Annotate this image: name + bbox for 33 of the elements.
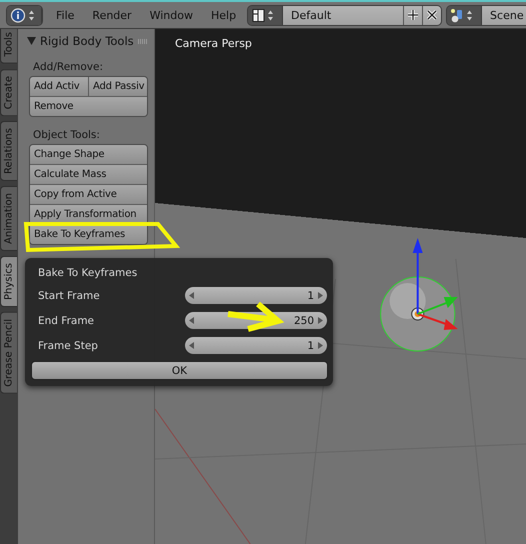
info-menu-button[interactable] xyxy=(7,6,42,24)
tool-button[interactable]: Change Shape xyxy=(30,145,147,164)
number-field[interactable]: 1 xyxy=(185,337,327,354)
number-field[interactable]: 1 xyxy=(185,287,327,304)
dialog-title: Bake To Keyframes xyxy=(37,266,138,281)
panel-title: Rigid Body Tools xyxy=(40,34,134,48)
drag-grip-icon[interactable] xyxy=(138,38,148,44)
viewport-label: Camera Persp xyxy=(175,37,252,50)
field-label: End Frame xyxy=(38,314,94,326)
increment-arrow-icon xyxy=(318,342,323,349)
menu-item[interactable]: Render xyxy=(83,8,141,22)
sidebar-tab[interactable]: Physics xyxy=(0,256,17,307)
decrement-arrow-icon xyxy=(189,317,194,324)
tool-button[interactable]: Remove xyxy=(30,97,147,116)
menu-item[interactable]: Window xyxy=(140,8,202,22)
field-label: Start Frame xyxy=(38,290,100,302)
menu-item[interactable]: Help xyxy=(202,8,246,22)
ok-button[interactable]: OK xyxy=(31,361,328,380)
arrow-drawing xyxy=(225,301,284,332)
tool-button[interactable]: Add Activ xyxy=(30,77,88,96)
expanded-triangle-icon[interactable] xyxy=(27,37,36,45)
menu-item[interactable]: File xyxy=(47,8,84,22)
field-label: Frame Step xyxy=(38,340,98,352)
decrement-arrow-icon xyxy=(189,292,194,299)
increment-arrow-icon xyxy=(318,292,323,299)
tool-button[interactable]: Bake To Keyframes xyxy=(30,225,147,244)
section-label: Object Tools: xyxy=(33,129,101,141)
section-label: Add/Remove: xyxy=(33,61,104,73)
increment-arrow-icon xyxy=(318,317,323,324)
tool-button[interactable]: Add Passiv xyxy=(88,77,147,96)
tool-button[interactable]: Calculate Mass xyxy=(30,165,147,184)
tool-button[interactable]: Copy from Active xyxy=(30,185,147,204)
decrement-arrow-icon xyxy=(189,342,194,349)
